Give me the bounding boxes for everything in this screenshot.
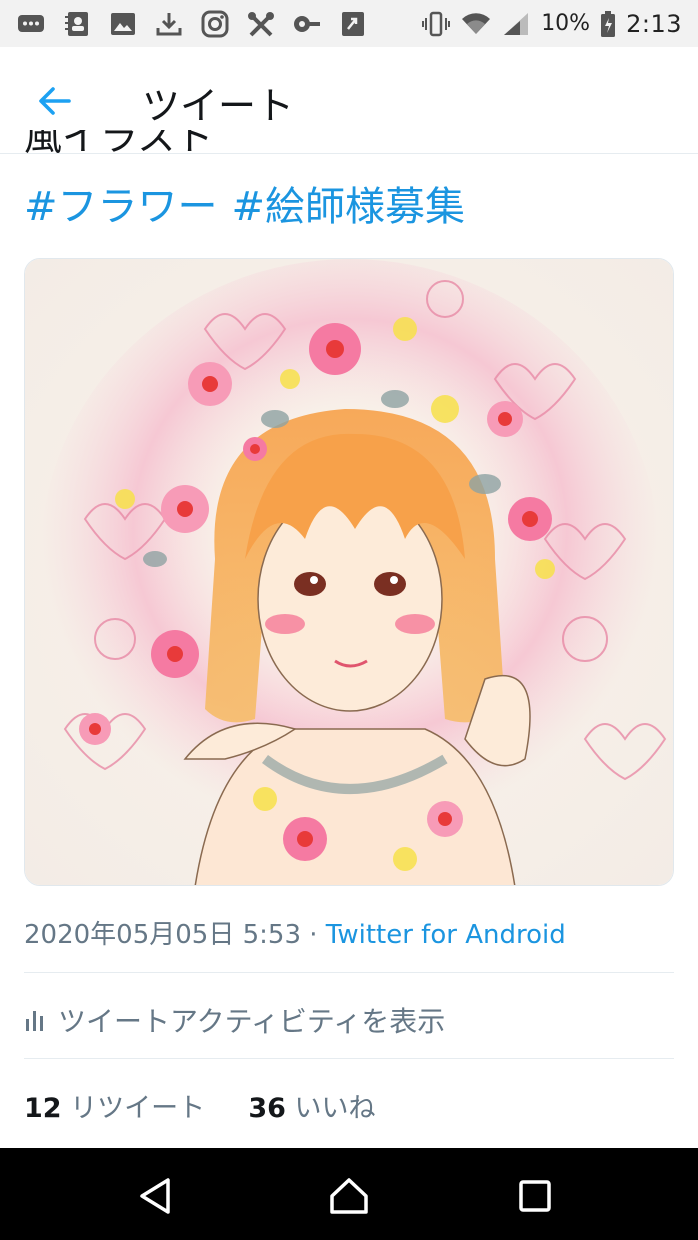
- divider: [24, 972, 674, 973]
- key-icon: [292, 10, 322, 38]
- square-recents-icon: [519, 1180, 551, 1212]
- arrow-left-icon: [39, 87, 71, 115]
- message-icon: [16, 10, 46, 38]
- clock: 2:13: [626, 9, 682, 38]
- nav-home-button[interactable]: [327, 1174, 371, 1218]
- illustration: [25, 259, 673, 885]
- tweet-text-clipped: 風イラスト: [24, 130, 424, 158]
- battery-percent: 10%: [541, 11, 591, 36]
- status-icons-right: 10% 2:13: [421, 10, 682, 38]
- retweet-label: リツイート: [70, 1093, 206, 1124]
- like-label: いいね: [294, 1093, 376, 1124]
- tweet-text-line: 風イラスト: [24, 130, 214, 158]
- contacts-icon: [62, 10, 92, 38]
- tweet-activity-label: ツイートアクティビティを表示: [58, 1005, 446, 1038]
- home-icon: [330, 1178, 368, 1214]
- nav-back-button[interactable]: [134, 1174, 178, 1218]
- system-nav-bar: [0, 1148, 698, 1240]
- download-icon: [154, 10, 184, 38]
- nav-recents-button[interactable]: [513, 1174, 557, 1218]
- like-count: 36: [248, 1093, 286, 1124]
- image-icon: [108, 10, 138, 38]
- tweet-date: 2020年05月05日 5:53 ·: [24, 920, 326, 950]
- tools-icon: [246, 10, 276, 38]
- tweet-activity-button[interactable]: ツイートアクティビティを表示: [24, 1000, 445, 1040]
- status-icons-left: [16, 10, 368, 38]
- retweet-count: 12: [24, 1093, 62, 1124]
- signal-icon: [501, 10, 531, 38]
- tweet-source-link[interactable]: Twitter for Android: [326, 920, 566, 950]
- hashtag-flower[interactable]: #フラワー: [24, 184, 218, 230]
- tweet-timestamp: 2020年05月05日 5:53 · Twitter for Android: [24, 914, 566, 951]
- battery-icon: [600, 10, 616, 38]
- retweet-stat[interactable]: 12 リツイート: [24, 1093, 214, 1124]
- instagram-icon: [200, 10, 230, 38]
- app-icon: [338, 10, 368, 38]
- hashtag-list: #フラワー #絵師様募集: [24, 174, 465, 232]
- tweet-stats: 12 リツイート 36 いいね: [24, 1086, 376, 1125]
- back-button[interactable]: [30, 81, 78, 121]
- triangle-back-icon: [140, 1178, 170, 1214]
- bar-chart-icon: [26, 1011, 43, 1031]
- hashtag-artist-wanted[interactable]: #絵師様募集: [232, 184, 466, 230]
- like-stat[interactable]: 36 いいね: [248, 1093, 375, 1124]
- status-bar: 10% 2:13: [0, 0, 698, 47]
- vibrate-icon: [421, 10, 451, 38]
- page-title: ツイート: [142, 84, 295, 128]
- wifi-icon: [461, 10, 491, 38]
- divider: [24, 1058, 674, 1059]
- tweet-media-image[interactable]: [24, 258, 674, 886]
